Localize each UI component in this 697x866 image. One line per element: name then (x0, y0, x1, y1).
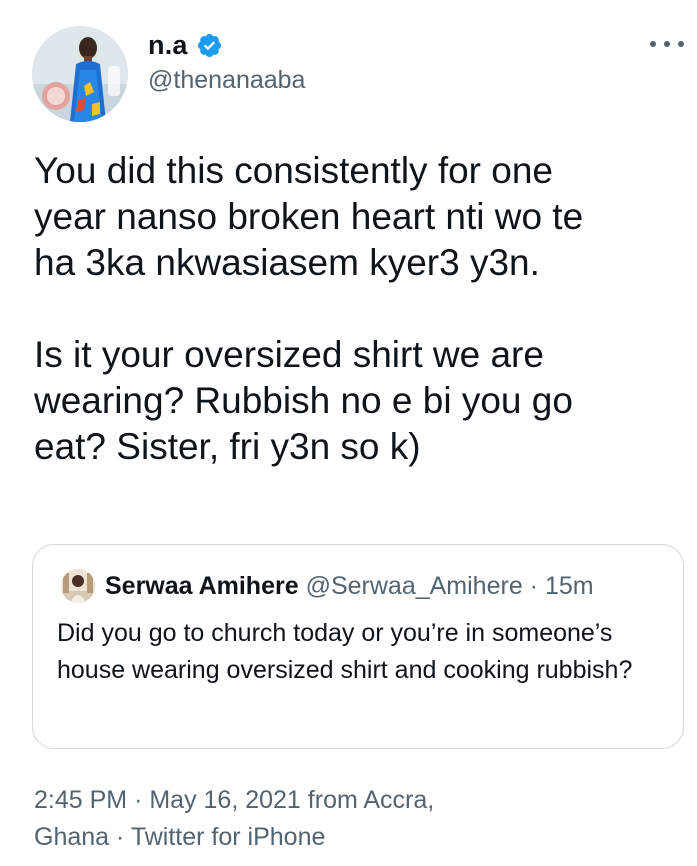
tweet-paragraph: Is it your oversized shirt we are wearin… (34, 334, 573, 467)
quoted-tweet-text: Did you go to church today or you’re in … (57, 619, 633, 684)
tweet-source[interactable]: Twitter for iPhone (131, 823, 326, 851)
verified-badge-icon (197, 33, 221, 57)
quoted-separator: · (529, 572, 538, 600)
tweet-text: You did this consistently for one year n… (34, 148, 674, 470)
meta-separator: · (116, 823, 125, 851)
more-dot (650, 41, 656, 47)
quoted-display-name[interactable]: Serwaa Amihere (105, 572, 299, 600)
more-dot (664, 41, 670, 47)
more-options-icon[interactable] (650, 34, 684, 54)
tweet-paragraph: You did this consistently for one year n… (34, 150, 584, 283)
author-avatar[interactable] (32, 26, 128, 122)
tweet-date[interactable]: May 16, 2021 (149, 786, 301, 814)
author-handle[interactable]: @thenanaaba (148, 66, 305, 95)
quoted-tweet-header: Serwaa Amihere @Serwaa_Amihere · 15m (105, 569, 594, 603)
quoted-tweet-card[interactable]: Serwaa Amihere @Serwaa_Amihere · 15m Did… (32, 544, 684, 749)
profile-photo-icon (32, 26, 128, 122)
quoted-timestamp[interactable]: 15m (545, 572, 594, 600)
quoted-handle[interactable]: @Serwaa_Amihere (306, 572, 523, 600)
tweet-time[interactable]: 2:45 PM (34, 786, 127, 814)
author-display-name[interactable]: n.a (148, 30, 188, 61)
tweet-location-country[interactable]: Ghana (34, 823, 109, 851)
quoted-profile-photo-icon (61, 569, 95, 603)
tweet-metadata: 2:45 PM · May 16, 2021 from Accra, Ghana… (34, 782, 654, 856)
author-name-row: n.a (148, 28, 223, 62)
quoted-author-avatar[interactable] (61, 569, 95, 603)
more-dot (678, 41, 684, 47)
tweet-location[interactable]: from Accra, (308, 786, 434, 814)
meta-separator: · (134, 786, 143, 814)
